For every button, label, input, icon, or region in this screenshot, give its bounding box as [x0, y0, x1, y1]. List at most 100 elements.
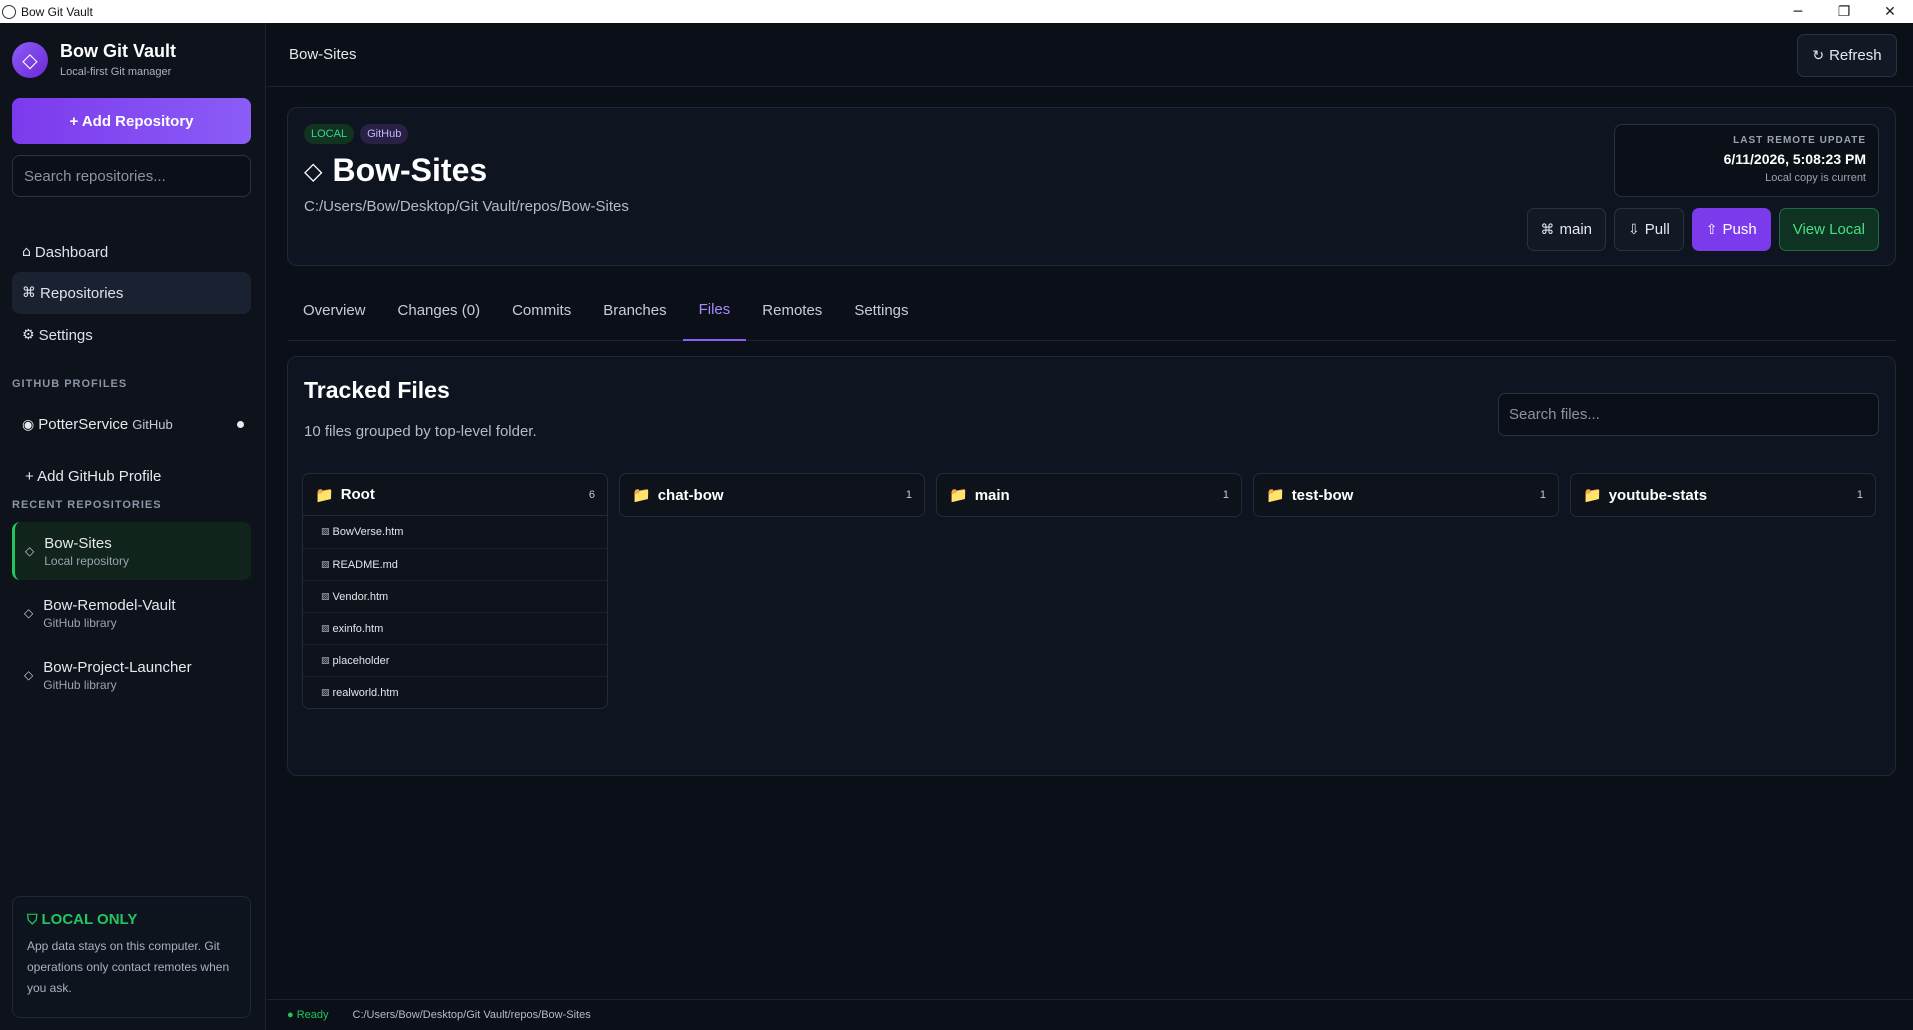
- last-remote-update: LAST REMOTE UPDATE 6/11/2026, 5:08:23 PM…: [1614, 124, 1879, 197]
- add-github-profile-button[interactable]: + Add GitHub Profile: [25, 468, 161, 485]
- minimize-icon[interactable]: ─: [1775, 0, 1821, 23]
- file-name: placeholder: [332, 654, 390, 667]
- repo-actions: ⌘ main ⇩ Pull ⇧ Push View Local: [1519, 208, 1879, 251]
- tracked-files-panel: Tracked Files 10 files grouped by top-le…: [287, 356, 1896, 776]
- tab-branches[interactable]: Branches: [587, 279, 682, 341]
- pull-button[interactable]: ⇩ Pull: [1614, 208, 1684, 251]
- refresh-label: Refresh: [1829, 47, 1882, 64]
- status-ready: ● Ready: [287, 1009, 329, 1021]
- folder-card-main: 📁 main 1: [936, 473, 1242, 517]
- local-only-card: ⛉ LOCAL ONLY App data stays on this comp…: [12, 896, 251, 1018]
- remote-update-value: 6/11/2026, 5:08:23 PM: [1723, 151, 1866, 167]
- branch-button[interactable]: ⌘ main: [1526, 208, 1607, 251]
- tab-files[interactable]: Files: [682, 279, 747, 341]
- folder-icon: 📁: [1583, 486, 1602, 504]
- branch-icon: ⌘: [1540, 221, 1555, 238]
- file-row[interactable]: ▧ realworld.htm: [303, 676, 607, 708]
- file-icon: ▧: [321, 559, 330, 570]
- nav-repositories[interactable]: ⌘ Repositories: [12, 272, 251, 314]
- window-title: Bow Git Vault: [21, 4, 93, 19]
- file-row[interactable]: ▧ README.md: [303, 548, 607, 580]
- recent-repo-bow-project-launcher[interactable]: ◇ Bow-Project-Launcher GitHub library: [12, 646, 251, 704]
- push-button[interactable]: ⇧ Push: [1691, 208, 1771, 251]
- home-icon: ⌂: [22, 244, 31, 260]
- profile-active-dot: [237, 421, 244, 428]
- recent-repo-bow-sites[interactable]: ◇ Bow-Sites Local repository: [12, 522, 251, 580]
- sidebar: ◇ Bow Git Vault Local-first Git manager …: [0, 23, 266, 1030]
- pull-label: Pull: [1644, 221, 1670, 238]
- folder-name: chat-bow: [657, 486, 724, 504]
- folder-name: youtube-stats: [1608, 486, 1708, 504]
- main-content: Bow-Sites ↻ Refresh LOCAL GitHub ◇ Bow-S…: [267, 23, 1913, 1030]
- diamond-icon: ◇: [25, 544, 35, 558]
- status-bar: ● Ready C:/Users/Bow/Desktop/Git Vault/r…: [267, 999, 1913, 1030]
- gear-icon: ⚙: [22, 327, 35, 343]
- recent-repo-name: Bow-Remodel-Vault: [43, 596, 176, 614]
- recent-repositories-heading: RECENT REPOSITORIES: [12, 499, 162, 511]
- tab-settings[interactable]: Settings: [838, 279, 924, 341]
- pull-icon: ⇩: [1628, 221, 1640, 238]
- repository-search-input[interactable]: [12, 155, 251, 197]
- folder-icon: 📁: [632, 486, 651, 504]
- file-row[interactable]: ▧ Vendor.htm: [303, 580, 607, 612]
- repo-path: C:/Users/Bow/Desktop/Git Vault/repos/Bow…: [304, 198, 629, 215]
- folder-card-chat-bow: 📁 chat-bow 1: [619, 473, 925, 517]
- main-header: Bow-Sites ↻ Refresh: [267, 23, 1913, 87]
- push-icon: ⇧: [1705, 221, 1718, 238]
- recent-repo-name: Bow-Project-Launcher: [43, 658, 192, 676]
- tab-commits[interactable]: Commits: [496, 279, 587, 341]
- file-icon: ▧: [321, 527, 330, 537]
- recent-repo-name: Bow-Sites: [44, 534, 112, 552]
- add-repository-button[interactable]: + Add Repository: [12, 98, 251, 144]
- folder-icon: 📁: [315, 485, 334, 504]
- file-row[interactable]: ▧ BowVerse.htm: [303, 516, 607, 548]
- branch-label: main: [1559, 221, 1593, 238]
- breadcrumb: Bow-Sites: [289, 46, 357, 63]
- file-name: realworld.htm: [332, 686, 399, 699]
- folder-header[interactable]: 📁 main 1: [937, 474, 1241, 516]
- tracked-files-title: Tracked Files: [304, 377, 450, 403]
- tab-changes[interactable]: Changes (0): [382, 279, 497, 341]
- nav-settings[interactable]: ⚙ Settings: [12, 314, 251, 356]
- recent-repo-sub: GitHub library: [43, 677, 117, 692]
- folder-header[interactable]: 📁 Root 6: [303, 474, 607, 516]
- status-path: C:/Users/Bow/Desktop/Git Vault/repos/Bow…: [352, 1009, 591, 1021]
- app-icon: [2, 4, 16, 19]
- repo-tabs: Overview Changes (0) Commits Branches Fi…: [287, 279, 1896, 341]
- tab-remotes[interactable]: Remotes: [746, 279, 838, 341]
- folder-header[interactable]: 📁 test-bow 1: [1254, 474, 1558, 516]
- folder-header[interactable]: 📁 youtube-stats 1: [1571, 474, 1875, 516]
- file-icon: ▧: [321, 687, 330, 698]
- file-row[interactable]: ▧ placeholder: [303, 644, 607, 676]
- file-icon: ▧: [321, 591, 330, 602]
- profile-name: PotterService: [38, 416, 129, 433]
- github-profile-item[interactable]: ◉ PotterService GitHub: [22, 416, 244, 433]
- folder-header[interactable]: 📁 chat-bow 1: [620, 474, 924, 516]
- nav-settings-label: Settings: [38, 326, 93, 344]
- file-row[interactable]: ▧ exinfo.htm: [303, 612, 607, 644]
- nav-repositories-label: Repositories: [40, 284, 124, 302]
- shield-icon: ⛉: [27, 911, 38, 928]
- view-local-button[interactable]: View Local: [1778, 208, 1879, 251]
- brand-title: Bow Git Vault: [60, 41, 177, 61]
- local-badge: LOCAL: [304, 124, 355, 144]
- folder-name: main: [974, 486, 1010, 504]
- file-name: exinfo.htm: [332, 622, 384, 635]
- diamond-icon: ◇: [304, 156, 323, 185]
- tab-overview[interactable]: Overview: [287, 279, 382, 341]
- brand: ◇ Bow Git Vault Local-first Git manager: [12, 41, 176, 78]
- profile-provider: GitHub: [132, 417, 173, 432]
- file-search-input[interactable]: [1498, 393, 1879, 436]
- file-icon: ▧: [321, 623, 330, 634]
- close-icon[interactable]: ✕: [1867, 0, 1913, 23]
- refresh-button[interactable]: ↻ Refresh: [1797, 34, 1897, 77]
- folder-name: Root: [340, 486, 375, 503]
- nav-dashboard[interactable]: ⌂ Dashboard: [12, 231, 251, 273]
- file-icon: ▧: [321, 655, 330, 666]
- folder-card-youtube-stats: 📁 youtube-stats 1: [1570, 473, 1876, 517]
- recent-repo-bow-remodel-vault[interactable]: ◇ Bow-Remodel-Vault GitHub library: [12, 584, 251, 642]
- repo-badges: LOCAL GitHub: [304, 124, 414, 144]
- nav-dashboard-label: Dashboard: [34, 243, 109, 261]
- restore-icon[interactable]: ❐: [1821, 0, 1867, 23]
- folder-icon: 📁: [1266, 486, 1285, 504]
